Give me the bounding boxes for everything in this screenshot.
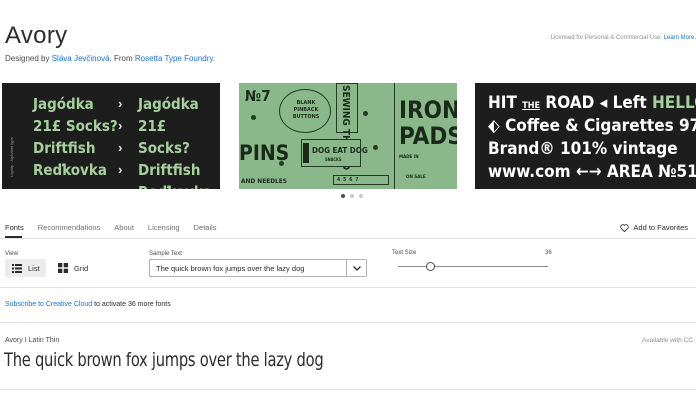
needles-label: AND NEEDLES	[241, 177, 287, 185]
specimen-column-left: Jagódka 21£ Socks? Driftfish Reďkovka	[33, 95, 118, 179]
banner-side-caption: Lopaty · Alphabet type	[9, 137, 14, 177]
controls-divider	[0, 287, 696, 288]
sample-text-label: Sample Text	[149, 251, 182, 257]
banner-number: №7	[245, 87, 271, 105]
sample-text-input[interactable]	[150, 263, 346, 273]
specimen-arrows: › › › ›	[118, 96, 123, 177]
button-dot	[251, 115, 256, 120]
text-size-slider-track[interactable]	[398, 266, 548, 267]
license-note: Licensed for Personal & Commercial Use. …	[550, 35, 696, 41]
dog-sub: SNACKS	[325, 157, 342, 162]
list-icon	[12, 263, 22, 273]
specimen-line-2: ⬖ Coffee & Cigarettes 975	[488, 116, 696, 136]
ruler-label: 4567	[337, 177, 362, 183]
made-label: MADE IN	[399, 155, 419, 160]
learn-more-link[interactable]: Learn More.	[664, 35, 696, 41]
specimen-line-4: www.com ←→ AREA №51	[488, 162, 696, 182]
specimen-banner-3[interactable]: HIT THE ROAD ◂ Left HELLO ⬖ Coffee & Cig…	[475, 83, 696, 189]
view-label: View	[5, 251, 18, 257]
tab-recommendations[interactable]: Recommendations	[38, 223, 101, 232]
specimen-banner-2[interactable]: №7 BLANK PINBACK BUTTONS SEWING THREAD I…	[239, 83, 457, 189]
add-to-favorites-button[interactable]: Add to Favorites	[620, 223, 688, 232]
availability-note: Available with CC	[642, 337, 693, 344]
font-style-name: Avory I Latin Thin	[5, 337, 60, 344]
list-view-button[interactable]: List	[5, 259, 46, 277]
font-preview-text[interactable]: The quick brown fox jumps over the lazy …	[4, 349, 324, 371]
badge-text: BLANK PINBACK BUTTONS	[292, 100, 320, 120]
price-label: ON SALE	[406, 175, 426, 180]
iron-label: IRON PADS	[399, 96, 457, 150]
favorites-label: Add to Favorites	[633, 223, 688, 232]
tab-fonts[interactable]: Fonts	[5, 223, 24, 232]
text-size-value: 36	[545, 250, 552, 256]
tab-about[interactable]: About	[114, 223, 134, 232]
subscribe-link[interactable]: Subscribe to Creative Cloud	[5, 301, 92, 308]
sample-text-dropdown-button[interactable]	[346, 260, 366, 276]
font-family-title: Avory	[5, 22, 68, 49]
tab-divider	[0, 238, 696, 239]
tab-bar: Fonts Recommendations About Licensing De…	[5, 223, 217, 232]
tab-licensing[interactable]: Licensing	[148, 223, 180, 232]
carousel-dot-2[interactable]	[350, 194, 354, 198]
specimen-line-1: HIT THE ROAD ◂ Left HELLO	[488, 93, 696, 113]
specimen-line-3: Brand® 101% vintage	[488, 139, 678, 159]
designer-link[interactable]: Sláva Jevčinová	[52, 54, 110, 63]
button-dot	[363, 111, 368, 116]
foundry-link[interactable]: Rosetta Type Foundry	[135, 54, 213, 63]
chevron-down-icon	[352, 265, 361, 271]
list-divider	[0, 322, 696, 323]
carousel-dot-1[interactable]	[341, 194, 345, 198]
tab-details[interactable]: Details	[194, 223, 217, 232]
specimen-column-right: Jagódka 21£ Socks? Driftfish Reďkovka	[138, 95, 212, 189]
carousel-dot-3[interactable]	[359, 194, 363, 198]
heart-icon	[620, 223, 630, 232]
carousel-dots	[341, 194, 363, 198]
text-size-slider-thumb[interactable]	[426, 262, 435, 271]
dog-label: DOG EAT DOG	[312, 146, 368, 155]
grid-icon	[58, 263, 68, 273]
sample-text-combobox	[149, 259, 367, 277]
button-dot	[279, 161, 284, 166]
button-dot	[373, 145, 378, 150]
subscribe-notice: Subscribe to Creative Cloud to activate …	[5, 301, 171, 308]
dog-bar	[303, 143, 309, 163]
designer-byline: Designed by Sláva Jevčinová. From Rosett…	[5, 54, 216, 63]
grid-view-button[interactable]: Grid	[58, 259, 88, 277]
text-size-label: Text Size	[392, 250, 417, 256]
specimen-banner-1[interactable]: Lopaty · Alphabet type Jagódka 21£ Socks…	[2, 83, 220, 189]
row-divider	[0, 389, 696, 390]
